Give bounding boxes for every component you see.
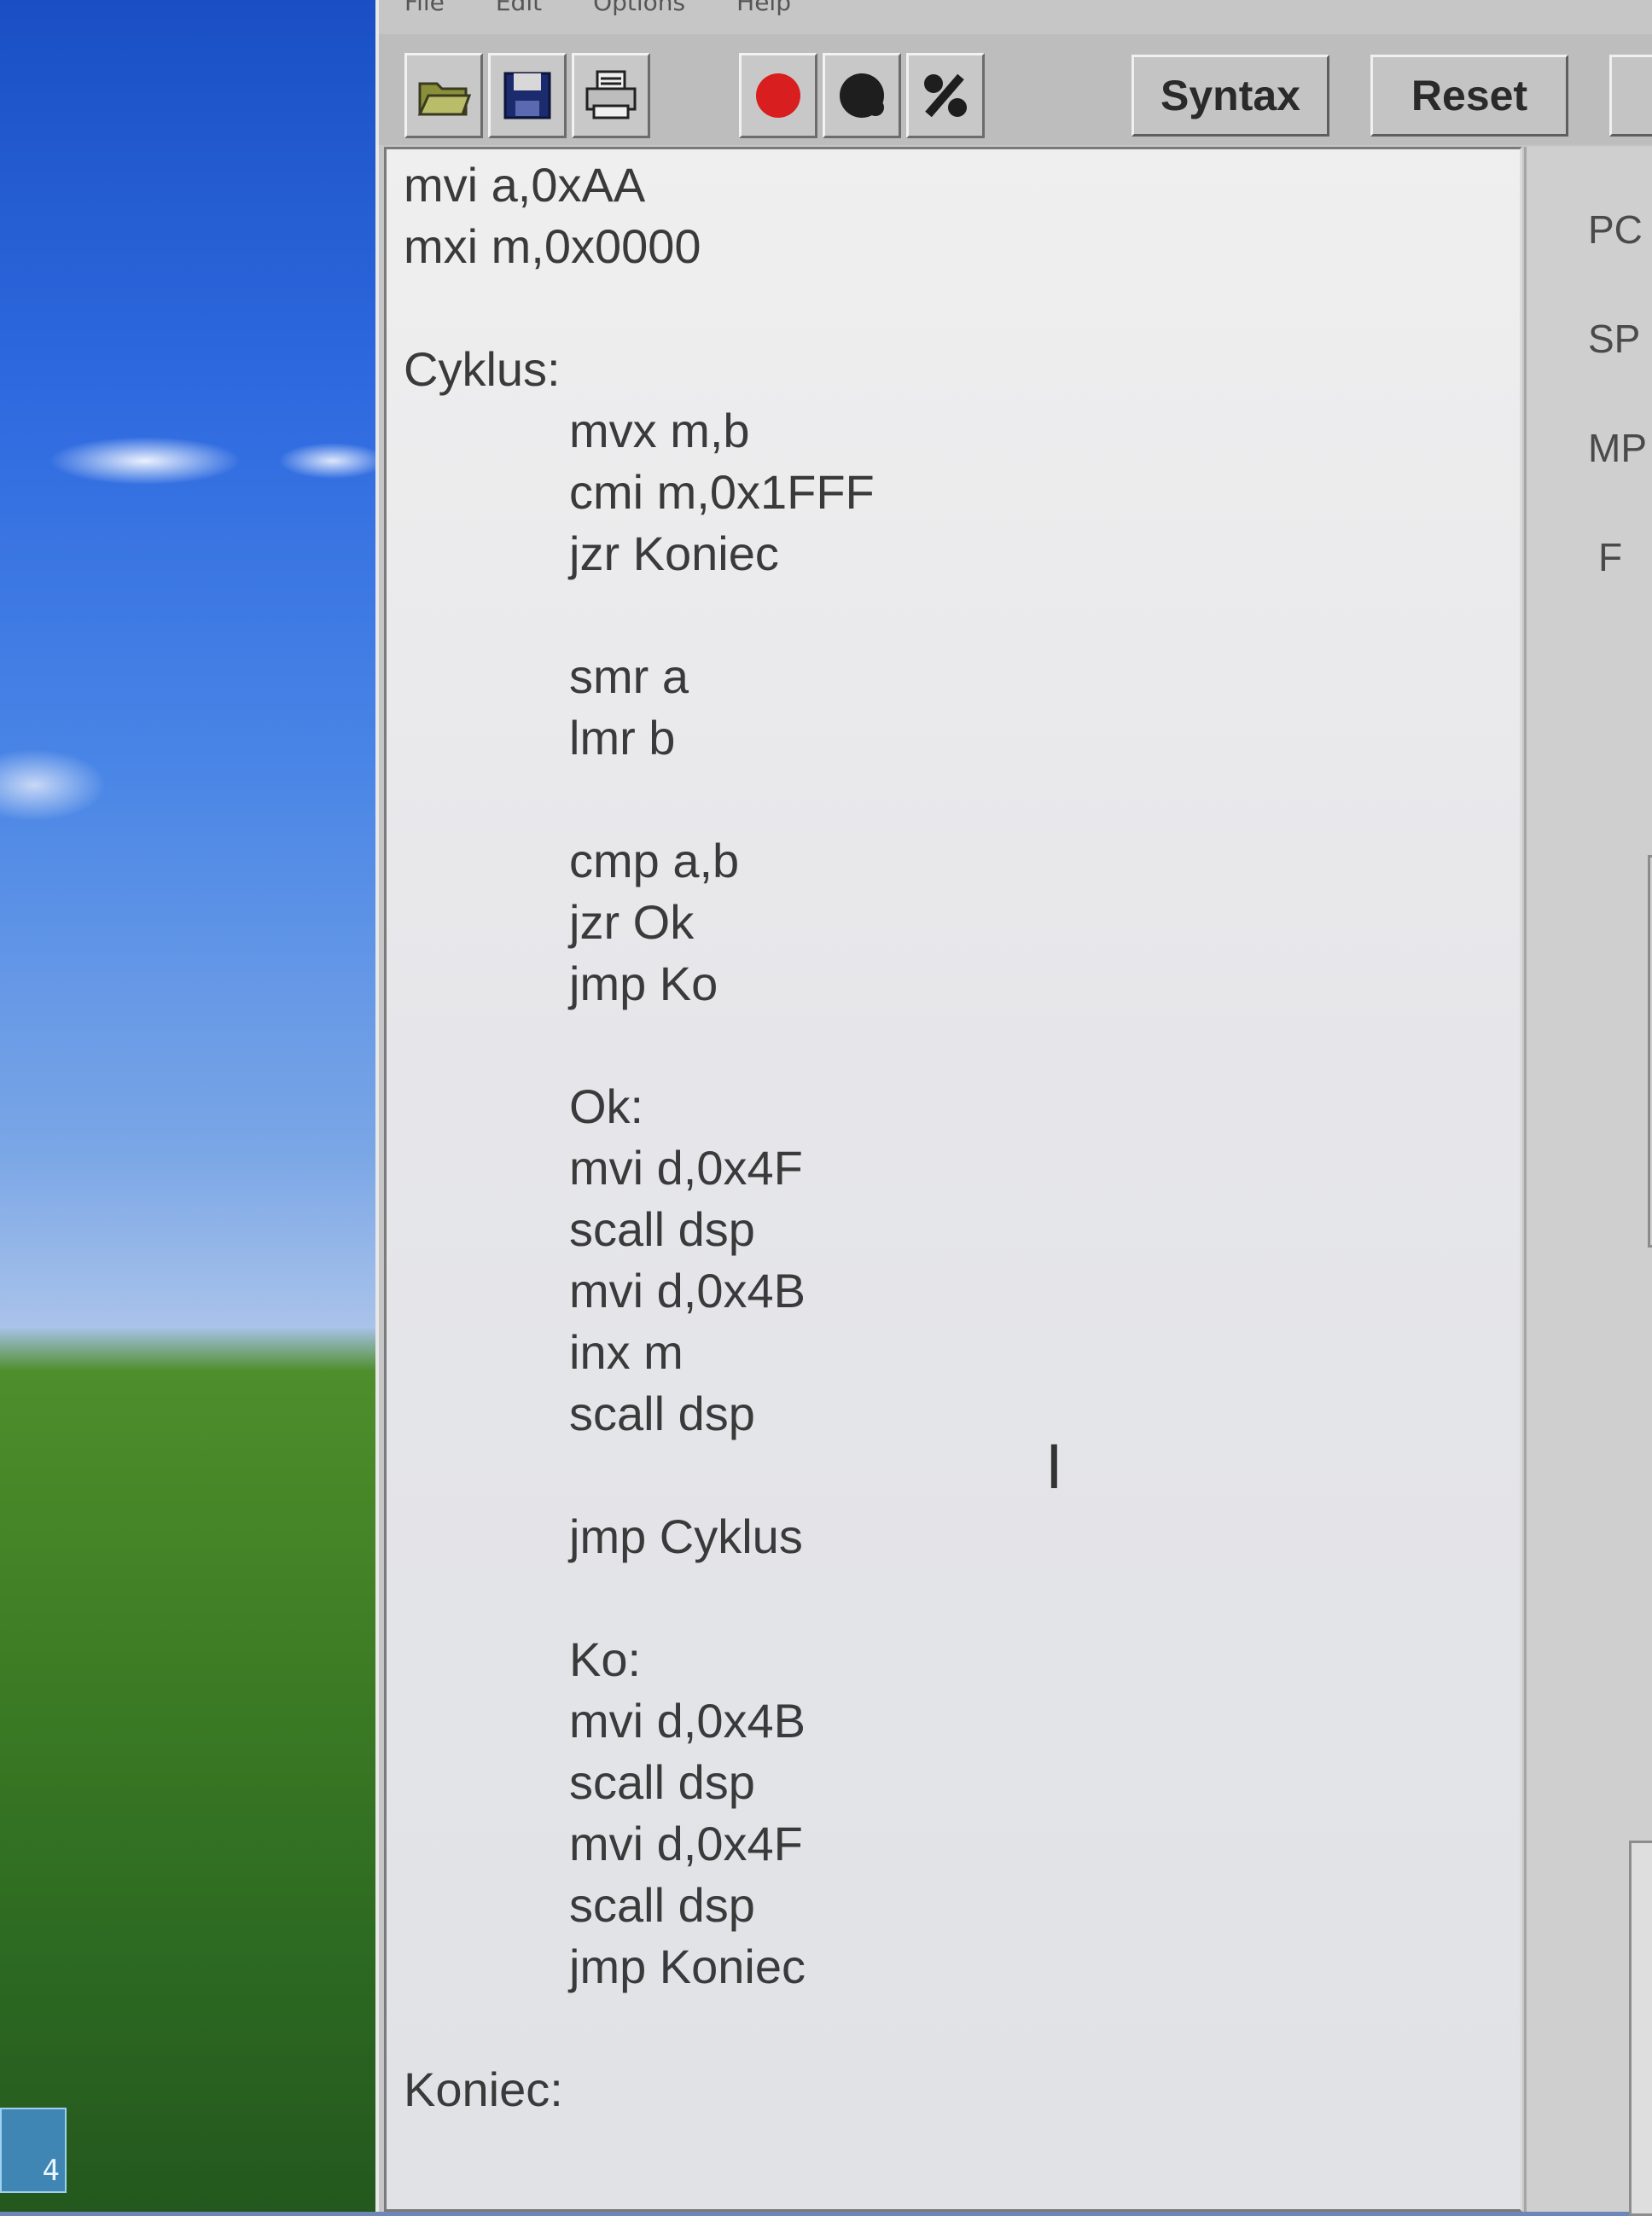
code-line: lmr b [569, 711, 676, 765]
reg-label-pc: PC [1588, 207, 1643, 252]
code-line: cmi m,0x1FFF [569, 465, 875, 519]
code-line: scall dsp [569, 1202, 755, 1256]
code-line: mvi d,0x4F [569, 1817, 803, 1870]
stack-group [1648, 855, 1652, 1248]
code-line: scall dsp [569, 1755, 755, 1809]
text-cursor-icon: I [1045, 1433, 1063, 1503]
desktop-shortcut-icon[interactable]: 4 [0, 2108, 67, 2193]
desktop-icon-label: 4 [42, 2154, 60, 2188]
stop-icon [840, 73, 884, 118]
reg-label-f: F [1598, 535, 1623, 579]
run-icon [756, 73, 800, 118]
output-display-box [1629, 1841, 1652, 2216]
toolbar: Syntax Reset [379, 34, 1652, 145]
step-icon [924, 73, 967, 118]
print-icon [585, 70, 637, 119]
code-line: Ko: [569, 1632, 642, 1686]
code-line: inx m [569, 1325, 683, 1379]
code-line: jzr Koniec [569, 526, 779, 580]
reg-label-sp: SP [1588, 317, 1641, 361]
code-line: jzr Ok [569, 895, 695, 949]
code-line: jmp Ko [569, 957, 718, 1010]
menu-file[interactable]: File [404, 0, 445, 16]
simulator-window: File Edit Options Help Syntax Reset mvi … [375, 0, 1652, 2216]
step-button[interactable] [906, 53, 985, 138]
menu-help[interactable]: Help [736, 0, 791, 16]
reset-button[interactable]: Reset [1370, 55, 1568, 137]
code-line: Ok: [569, 1079, 644, 1133]
code-line: scall dsp [569, 1387, 755, 1440]
run-button[interactable] [739, 53, 817, 138]
code-line: Koniec: [404, 2062, 563, 2116]
code-line: mvi a,0xAA [404, 158, 646, 212]
code-line: cmp a,b [569, 834, 740, 887]
menu-options[interactable]: Options [593, 0, 685, 16]
open-folder-icon [417, 82, 471, 116]
code-editor[interactable]: mvi a,0xAA mxi m,0x0000 Cyklus: mvx m,b cmi … [384, 147, 1522, 2212]
code-line: mvi d,0x4F [569, 1141, 803, 1195]
desktop-wallpaper: 4 [0, 0, 375, 2212]
code-line: smr a [569, 649, 689, 703]
print-button[interactable] [572, 53, 650, 138]
code-line: jmp Cyklus [569, 1509, 803, 1563]
save-button[interactable] [488, 53, 567, 138]
code-line: jmp Koniec [569, 1940, 806, 1993]
open-button[interactable] [404, 53, 483, 138]
code-line: scall dsp [569, 1878, 755, 1932]
code-line: mvx m,b [569, 404, 750, 457]
register-panel: PC 0 SP 0 MP 0 F 0 C S 3 2 1 0 [1524, 147, 1652, 2216]
toolbar-button-cut-off[interactable] [1609, 55, 1652, 137]
menu-bar: File Edit Options Help [379, 0, 1652, 31]
menu-edit[interactable]: Edit [496, 0, 542, 16]
reg-label-mp: MP [1588, 426, 1647, 470]
code-line: mxi m,0x0000 [404, 219, 701, 273]
syntax-button[interactable]: Syntax [1131, 55, 1329, 137]
stop-button[interactable] [823, 53, 901, 138]
code-line: mvi d,0x4B [569, 1264, 806, 1317]
code-line: mvi d,0x4B [569, 1694, 806, 1748]
save-disk-icon [503, 72, 551, 119]
code-line: Cyklus: [404, 342, 561, 396]
